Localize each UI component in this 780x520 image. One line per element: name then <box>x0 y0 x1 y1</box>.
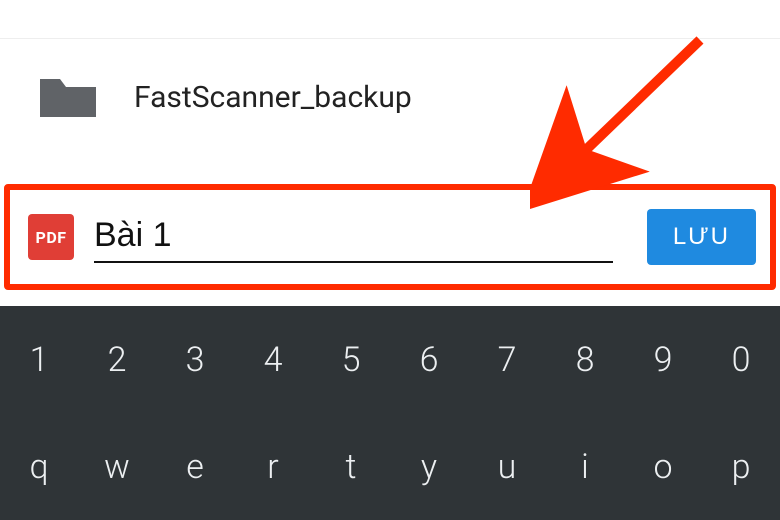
key-w[interactable]: w <box>78 413 156 520</box>
key-8[interactable]: 8 <box>546 306 624 413</box>
key-t[interactable]: t <box>312 413 390 520</box>
key-u[interactable]: u <box>468 413 546 520</box>
filename-save-bar: PDF LƯU <box>4 184 776 290</box>
keyboard-letter-row: qwertyuiop <box>0 413 780 520</box>
key-2[interactable]: 2 <box>78 306 156 413</box>
key-3[interactable]: 3 <box>156 306 234 413</box>
pdf-icon: PDF <box>28 214 74 260</box>
key-p[interactable]: p <box>702 413 780 520</box>
divider <box>0 38 780 39</box>
keyboard-number-row: 1234567890 <box>0 306 780 413</box>
key-i[interactable]: i <box>546 413 624 520</box>
key-4[interactable]: 4 <box>234 306 312 413</box>
key-e[interactable]: e <box>156 413 234 520</box>
key-r[interactable]: r <box>234 413 312 520</box>
key-q[interactable]: q <box>0 413 78 520</box>
save-button[interactable]: LƯU <box>647 209 756 265</box>
key-7[interactable]: 7 <box>468 306 546 413</box>
key-5[interactable]: 5 <box>312 306 390 413</box>
key-0[interactable]: 0 <box>702 306 780 413</box>
key-o[interactable]: o <box>624 413 702 520</box>
filename-input[interactable] <box>94 212 613 263</box>
key-6[interactable]: 6 <box>390 306 468 413</box>
key-1[interactable]: 1 <box>0 306 78 413</box>
key-9[interactable]: 9 <box>624 306 702 413</box>
on-screen-keyboard: 1234567890 qwertyuiop <box>0 306 780 520</box>
key-y[interactable]: y <box>390 413 468 520</box>
file-browser-area: FastScanner_backup PDF LƯU <box>0 0 780 308</box>
folder-name-label: FastScanner_backup <box>134 80 412 115</box>
folder-icon <box>38 73 98 121</box>
folder-row[interactable]: FastScanner_backup <box>0 45 780 149</box>
